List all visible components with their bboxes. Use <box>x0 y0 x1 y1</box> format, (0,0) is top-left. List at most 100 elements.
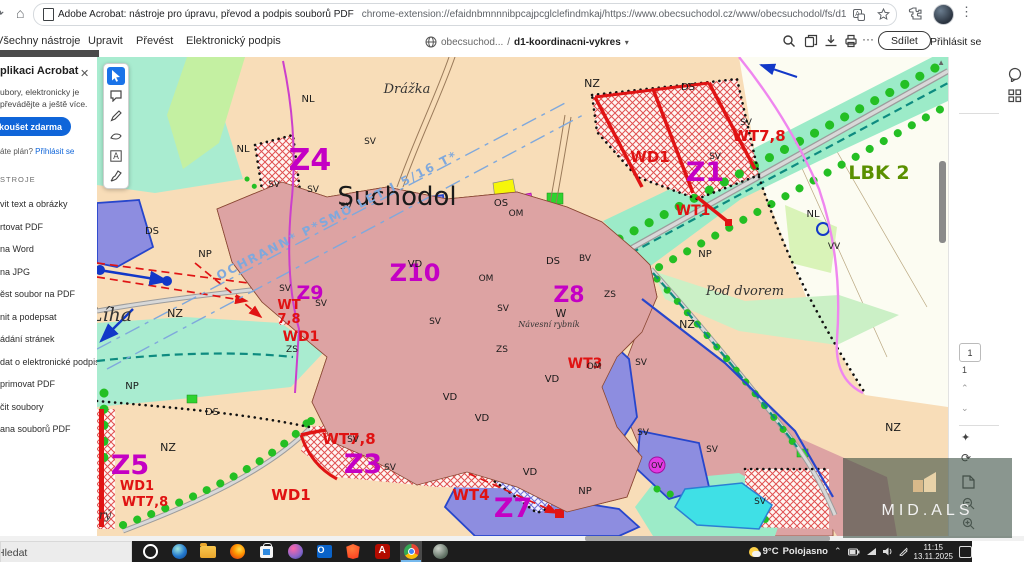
network-icon[interactable] <box>866 547 877 556</box>
sidebar-tool-item[interactable]: na JPG <box>0 261 97 284</box>
map-label: VD <box>523 467 538 478</box>
url-text[interactable]: chrome-extension://efaidnbmnnnibpcajpcgl… <box>362 9 847 20</box>
sign-in-link[interactable]: Přihlásit se <box>930 36 981 48</box>
reload-icon[interactable]: ⟳ <box>0 6 4 22</box>
extension-chip-label: Adobe Acrobat: nástroje pro úpravu, přev… <box>58 9 354 20</box>
store-icon[interactable] <box>255 541 277 562</box>
sidebar-tool-item[interactable]: ana souborů PDF <box>0 418 97 441</box>
map-label: WT4 <box>452 486 489 504</box>
taskbar-app-icons <box>133 541 451 562</box>
draw-tool-button[interactable] <box>107 107 125 125</box>
plan-signin-link[interactable]: Přihlásit se <box>35 147 74 156</box>
select-tool-button[interactable] <box>107 67 125 85</box>
sidebar-tool-item[interactable]: ěst soubor na PDF <box>0 283 97 306</box>
battery-icon[interactable] <box>848 548 860 556</box>
pen-icon[interactable] <box>899 547 908 556</box>
map-label: Z4 <box>289 143 332 178</box>
acrobat-tool-palette: A <box>103 63 129 189</box>
chrome-icon[interactable] <box>400 541 422 562</box>
map-label: NL <box>236 144 249 155</box>
map-label: SV <box>635 358 648 368</box>
outlook-icon[interactable] <box>313 541 335 562</box>
ai-assistant-icon[interactable]: ✦ <box>961 431 970 444</box>
page-thumbnails-icon[interactable] <box>963 89 1024 103</box>
print-icon[interactable] <box>844 34 858 48</box>
pdf-map-viewport[interactable]: Z4SuchodolDrážkaZ1WD1WT1WT7,8LBK 2Z10Z9W… <box>97 57 948 536</box>
map-label: SV <box>384 463 397 473</box>
translate-icon[interactable]: A <box>853 9 865 21</box>
tab-all-tools[interactable]: Všechny nástroje <box>0 35 80 47</box>
tab-esign[interactable]: Elektronický podpis <box>186 35 281 47</box>
browser-menu-icon[interactable]: ⋮ <box>960 4 973 20</box>
scroll-up-icon[interactable]: ▲ <box>937 58 945 67</box>
map-label: NZ <box>584 77 600 90</box>
map-label: DS <box>681 82 695 93</box>
gimp-icon[interactable] <box>429 541 451 562</box>
sidebar-tool-item[interactable]: rtovat PDF <box>0 216 97 239</box>
more-options-icon[interactable]: ··· <box>862 32 874 46</box>
map-label: VD <box>443 392 458 403</box>
map-label: W <box>556 307 567 320</box>
share-button[interactable]: Sdílet <box>878 31 931 50</box>
comment-tool-button[interactable] <box>107 87 125 105</box>
weather-widget[interactable]: 9°C Polojasno <box>749 546 828 557</box>
address-bar[interactable]: Adobe Acrobat: nástroje pro úpravu, přev… <box>33 3 897 26</box>
map-label: OM <box>587 362 602 372</box>
next-page-icon[interactable]: ⌄ <box>961 403 969 414</box>
volume-icon[interactable] <box>883 547 893 556</box>
breadcrumb-file[interactable]: d1-koordinacni-vykres <box>514 37 621 48</box>
map-label: NL <box>301 94 314 105</box>
acrobat-icon[interactable] <box>371 541 393 562</box>
sign-tool-button[interactable] <box>107 167 125 185</box>
taskbar-clock[interactable]: 11:15 13.11.2025 <box>914 543 953 561</box>
map-label: NP <box>578 486 592 497</box>
firefox-icon[interactable] <box>226 541 248 562</box>
app-icon[interactable] <box>168 541 190 562</box>
tab-convert[interactable]: Převést <box>136 35 173 47</box>
try-free-button[interactable]: rzkoušet zdarma <box>0 117 71 136</box>
notification-center-icon[interactable] <box>959 546 972 558</box>
panel-divider <box>959 113 999 114</box>
brave-icon[interactable] <box>342 541 364 562</box>
tab-edit[interactable]: Upravit <box>88 35 123 47</box>
home-icon[interactable]: ⌂ <box>16 5 24 21</box>
breadcrumb-site[interactable]: obecsuchod... <box>441 37 503 48</box>
copy-pages-icon[interactable] <box>804 34 818 48</box>
map-label: Z5 <box>111 450 149 481</box>
acrobat-sidebar: ✕ plikaci Acrobat ubory, elektronicky je… <box>0 57 98 536</box>
extension-chip[interactable]: Adobe Acrobat: nástroje pro úpravu, přev… <box>34 4 362 25</box>
weather-desc: Polojasno <box>783 546 828 557</box>
vertical-scrollbar[interactable] <box>939 161 946 243</box>
comments-panel-icon[interactable] <box>963 67 1024 82</box>
map-label: NZ <box>167 307 183 320</box>
add-text-tool-button[interactable]: A <box>107 147 125 165</box>
search-icon[interactable] <box>782 34 796 48</box>
sidebar-tool-item[interactable]: nit a podepsat <box>0 306 97 329</box>
sidebar-tool-item[interactable]: dat o elektronické podpisy <box>0 351 97 374</box>
sidebar-tool-item[interactable]: na Word <box>0 238 97 261</box>
map-label: Pod dvorem <box>705 284 784 299</box>
download-icon[interactable] <box>824 34 838 48</box>
sidebar-description: ubory, elektronicky je <box>0 87 79 97</box>
tray-expand-icon[interactable]: ⌃ <box>834 546 842 557</box>
highlight-tool-button[interactable] <box>107 127 125 145</box>
paint-icon[interactable] <box>284 541 306 562</box>
plan-signin-row: áte plán? Přihlásit se <box>0 147 74 156</box>
sidebar-tool-item[interactable]: vit text a obrázky <box>0 193 97 216</box>
previous-page-icon[interactable]: ⌃ <box>961 383 969 394</box>
cortana-icon[interactable] <box>139 541 161 562</box>
map-label: SV <box>364 137 377 147</box>
close-icon[interactable]: ✕ <box>80 67 89 80</box>
sidebar-tool-item[interactable]: čit soubory <box>0 396 97 419</box>
profile-avatar[interactable] <box>933 4 954 25</box>
explorer-icon[interactable] <box>197 541 219 562</box>
clock-time: 11:15 <box>914 543 953 552</box>
sidebar-tool-item[interactable]: primovat PDF <box>0 373 97 396</box>
extensions-puzzle-icon[interactable] <box>908 7 922 21</box>
sidebar-tool-item[interactable]: ádání stránek <box>0 328 97 351</box>
watermark-logo <box>913 472 939 492</box>
breadcrumb-chevron-icon[interactable]: ▾ <box>625 38 629 47</box>
page-number-input[interactable]: 1 <box>959 343 981 362</box>
taskbar-search-input[interactable]: Hledat <box>0 541 132 564</box>
bookmark-star-icon[interactable] <box>877 8 890 21</box>
